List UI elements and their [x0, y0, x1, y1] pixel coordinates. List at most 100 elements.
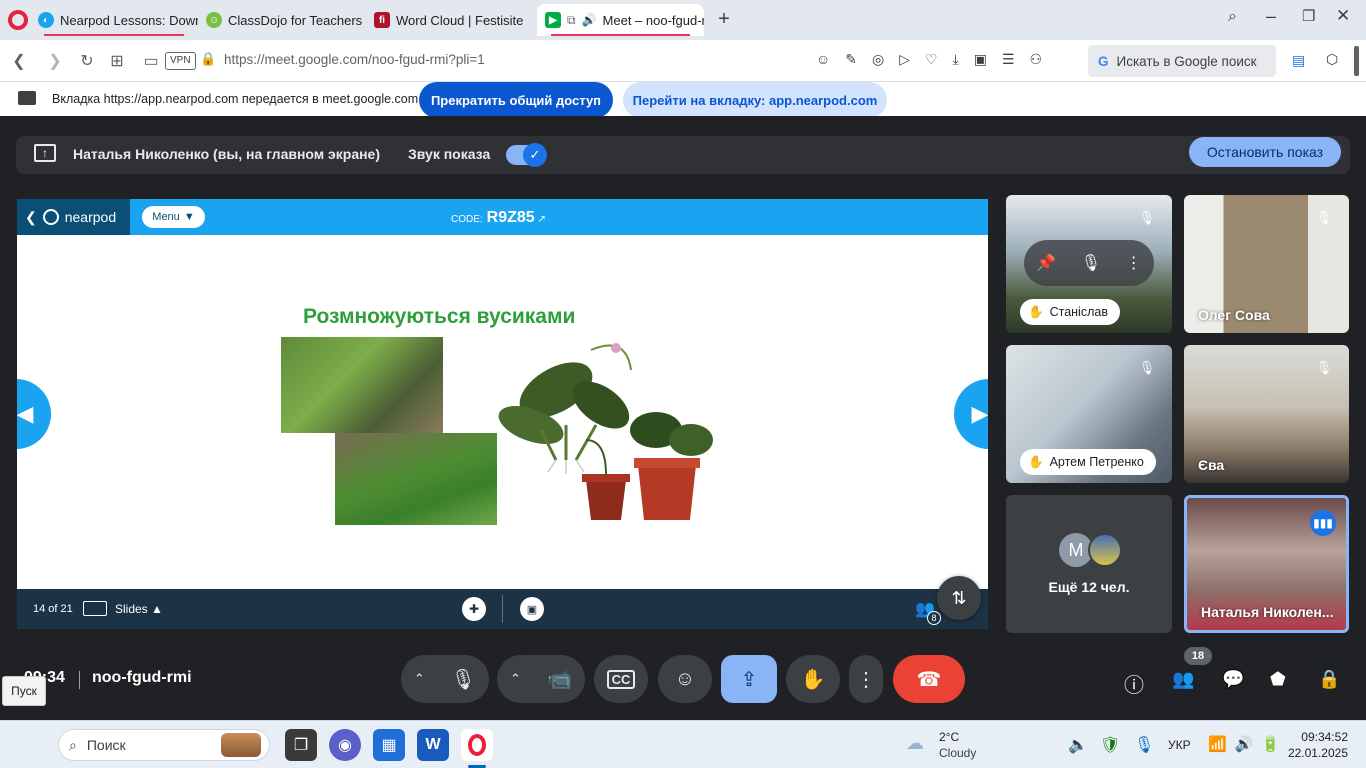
google-g-icon: G [1098, 53, 1109, 69]
divider [79, 671, 80, 689]
presentation-audio-toggle[interactable]: ✓ [506, 143, 547, 167]
tab-classdojo[interactable]: ☺ ClassDojo for Teachers [198, 4, 366, 36]
raise-hand-button[interactable]: ✋ [786, 655, 840, 703]
activities-icon[interactable]: ✚ [462, 597, 486, 621]
url-field[interactable]: https://meet.google.com/noo-fgud-rmi?pli… [224, 52, 485, 67]
chat-icon[interactable]: 💬 [1222, 669, 1244, 690]
sidebar-icon[interactable]: ▤ [1292, 52, 1305, 69]
new-tab-plus-icon[interactable]: + [712, 8, 736, 32]
back-icon[interactable]: ❮ [6, 48, 32, 74]
more-participants-tile[interactable]: M Ещё 12 чел. [1006, 495, 1172, 633]
video-settings-chevron-icon[interactable]: ⌃ [510, 671, 521, 687]
meeting-details-icon[interactable]: ⓘ [1124, 669, 1144, 698]
slides-toggle[interactable]: Slides ▲ [115, 602, 163, 616]
pin-icon[interactable]: 📌 [1036, 253, 1056, 273]
language-indicator[interactable]: УКР [1168, 738, 1191, 752]
people-icon[interactable]: 👥 [1172, 669, 1194, 690]
camera-icon[interactable]: 📹 [547, 667, 572, 692]
caret-down-icon: ▼ [183, 211, 195, 223]
meet-control-bar: 09:34 noo-fgud-rmi ⌃ 🎙 ⌃ 📹 CC ☺ ⇪ ✋ ⋮ ☎ … [0, 647, 1366, 717]
bookmark-icon[interactable]: ▣ [520, 597, 544, 621]
close-window-icon[interactable]: ✕ [1336, 6, 1350, 26]
caret-up-icon: ▲ [151, 602, 163, 616]
mic-in-use-icon[interactable]: 🎙 [1134, 735, 1154, 755]
security-shield-icon[interactable]: 🛡 [1100, 735, 1120, 755]
participant-badge: ✋ Станіслав [1020, 299, 1120, 325]
reload-icon[interactable]: ↻ [74, 48, 100, 74]
weather-temp[interactable]: 2°C [939, 730, 959, 744]
footer-divider [502, 595, 503, 623]
swap-layout-button[interactable]: ⇅ [937, 576, 981, 620]
present-now-button[interactable]: ⇪ [721, 655, 777, 703]
microphone-icon[interactable]: 🎙 [451, 667, 476, 692]
mute-participant-icon[interactable]: 🎙 [1081, 253, 1101, 273]
camera-indicator-icon[interactable]: ▭ [138, 48, 164, 74]
stop-sharing-button[interactable]: Прекратить общий доступ [419, 82, 613, 118]
captions-button[interactable]: CC [594, 655, 648, 703]
audio-settings-chevron-icon[interactable]: ⌃ [414, 671, 425, 687]
nearpod-join-code[interactable]: CODE: R9Z85 ↗ [451, 209, 546, 227]
mic-control-group: ⌃ 🎙 [401, 655, 489, 703]
clock-date[interactable]: 22.01.2025 [1282, 746, 1348, 760]
toolbar-extension-icons[interactable]: ☺✎◎▷♡⤓▣☰⚇ [816, 51, 1057, 68]
host-controls-icon[interactable]: 🔒 [1318, 669, 1340, 690]
strawberry-photo-1 [281, 337, 443, 433]
cloud-icon[interactable]: ☁ [906, 733, 924, 754]
forward-icon[interactable]: ❯ [42, 48, 68, 74]
sharing-message: Вкладка https://app.nearpod.com передает… [52, 92, 419, 106]
google-search-box[interactable]: G Искать в Google поиск [1088, 45, 1276, 77]
store-icon[interactable]: ▦ [373, 729, 405, 761]
next-slide-button[interactable]: ▶ [954, 379, 988, 449]
slides-thumbnail-icon[interactable] [83, 601, 107, 616]
participant-name: Наталья Николен... [1201, 604, 1334, 620]
previous-slide-button[interactable]: ◀ [17, 379, 51, 449]
more-options-button[interactable]: ⋮ [849, 655, 883, 703]
teams-icon[interactable]: ◉ [329, 729, 361, 761]
opera-logo-icon[interactable] [8, 10, 28, 30]
search-highlight-image [221, 733, 261, 757]
more-options-icon[interactable]: ⋮ [1126, 253, 1142, 273]
vpn-badge[interactable]: VPN [165, 52, 196, 70]
extensions-icon[interactable]: ⬡ [1326, 51, 1338, 68]
windows-start-icon[interactable] [16, 729, 48, 761]
minimize-icon[interactable]: – [1266, 6, 1276, 27]
tab-nearpod[interactable]: ◐ Nearpod Lessons: Downlo [30, 4, 198, 36]
opera-taskbar-icon[interactable] [461, 729, 493, 761]
presentation-audio-label: Звук показа [408, 146, 491, 162]
system-tray-icons[interactable]: 📶🔊🔋 [1208, 735, 1288, 753]
participant-tile-stanislav[interactable]: 📌 🎙 ⋮ 🎙 ✋ Станіслав [1006, 195, 1172, 333]
leave-call-button[interactable]: ☎ [893, 655, 965, 703]
participant-tile-oleg[interactable]: 🎙 Олег Сова [1184, 195, 1349, 333]
participant-tile-eva[interactable]: 🎙 Єва [1184, 345, 1349, 483]
festisite-icon: fi [374, 12, 390, 28]
scrollbar-handle[interactable] [1354, 46, 1359, 76]
tab-festisite[interactable]: fi Word Cloud | Festisite [366, 4, 534, 36]
tab-search-icon[interactable]: ⌕ [1228, 8, 1237, 26]
back-arrow-icon: ❮ [25, 208, 37, 225]
stop-presenting-button[interactable]: Остановить показ [1189, 137, 1341, 167]
participant-tile-artem[interactable]: 🎙 ✋ Артем Петренко [1006, 345, 1172, 483]
emoji-reactions-button[interactable]: ☺ [658, 655, 712, 703]
speed-dial-icon[interactable]: ⊞ [104, 48, 130, 74]
tab-meet[interactable]: ▶ ⧉ 🔊 Meet – noo-fgud-rmi [537, 4, 704, 36]
meet-window: ↑ Наталья Николенко (вы, на главном экра… [0, 116, 1366, 720]
participant-tile-self[interactable]: ▮▮▮ Наталья Николен... [1184, 495, 1349, 633]
clock-time[interactable]: 09:34:52 [1290, 730, 1348, 744]
lock-icon[interactable]: 🔒 [200, 51, 216, 67]
address-bar-row: ❮ ❯ ↻ ⊞ ▭ VPN 🔒 https://meet.google.com/… [0, 40, 1366, 82]
restore-icon[interactable]: ❐ [1302, 7, 1315, 25]
students-count: 8 [927, 611, 941, 625]
tab-sharing-bar: Вкладка https://app.nearpod.com передает… [0, 82, 1366, 118]
taskbar-search-box[interactable]: ⌕ Поиск [58, 729, 270, 761]
weather-desc[interactable]: Cloudy [939, 746, 976, 760]
nearpod-footer: 14 of 21 Slides ▲ ✚ ▣ 👥 8 [17, 589, 988, 629]
switch-tab-button[interactable]: Перейти на вкладку: app.nearpod.com [623, 82, 887, 118]
muted-mic-icon: 🎙 [1315, 210, 1333, 225]
nearpod-logo[interactable]: ❮ nearpod [17, 199, 130, 235]
speaker-muted-icon[interactable]: 🔈 [1068, 735, 1088, 755]
word-icon[interactable]: W [417, 729, 449, 761]
nearpod-menu-button[interactable]: Menu ▼ [142, 206, 205, 228]
external-link-icon: ↗ [537, 214, 546, 225]
activities-shapes-icon[interactable]: ⬟ [1270, 669, 1286, 690]
task-view-icon[interactable]: ❐ [285, 729, 317, 761]
